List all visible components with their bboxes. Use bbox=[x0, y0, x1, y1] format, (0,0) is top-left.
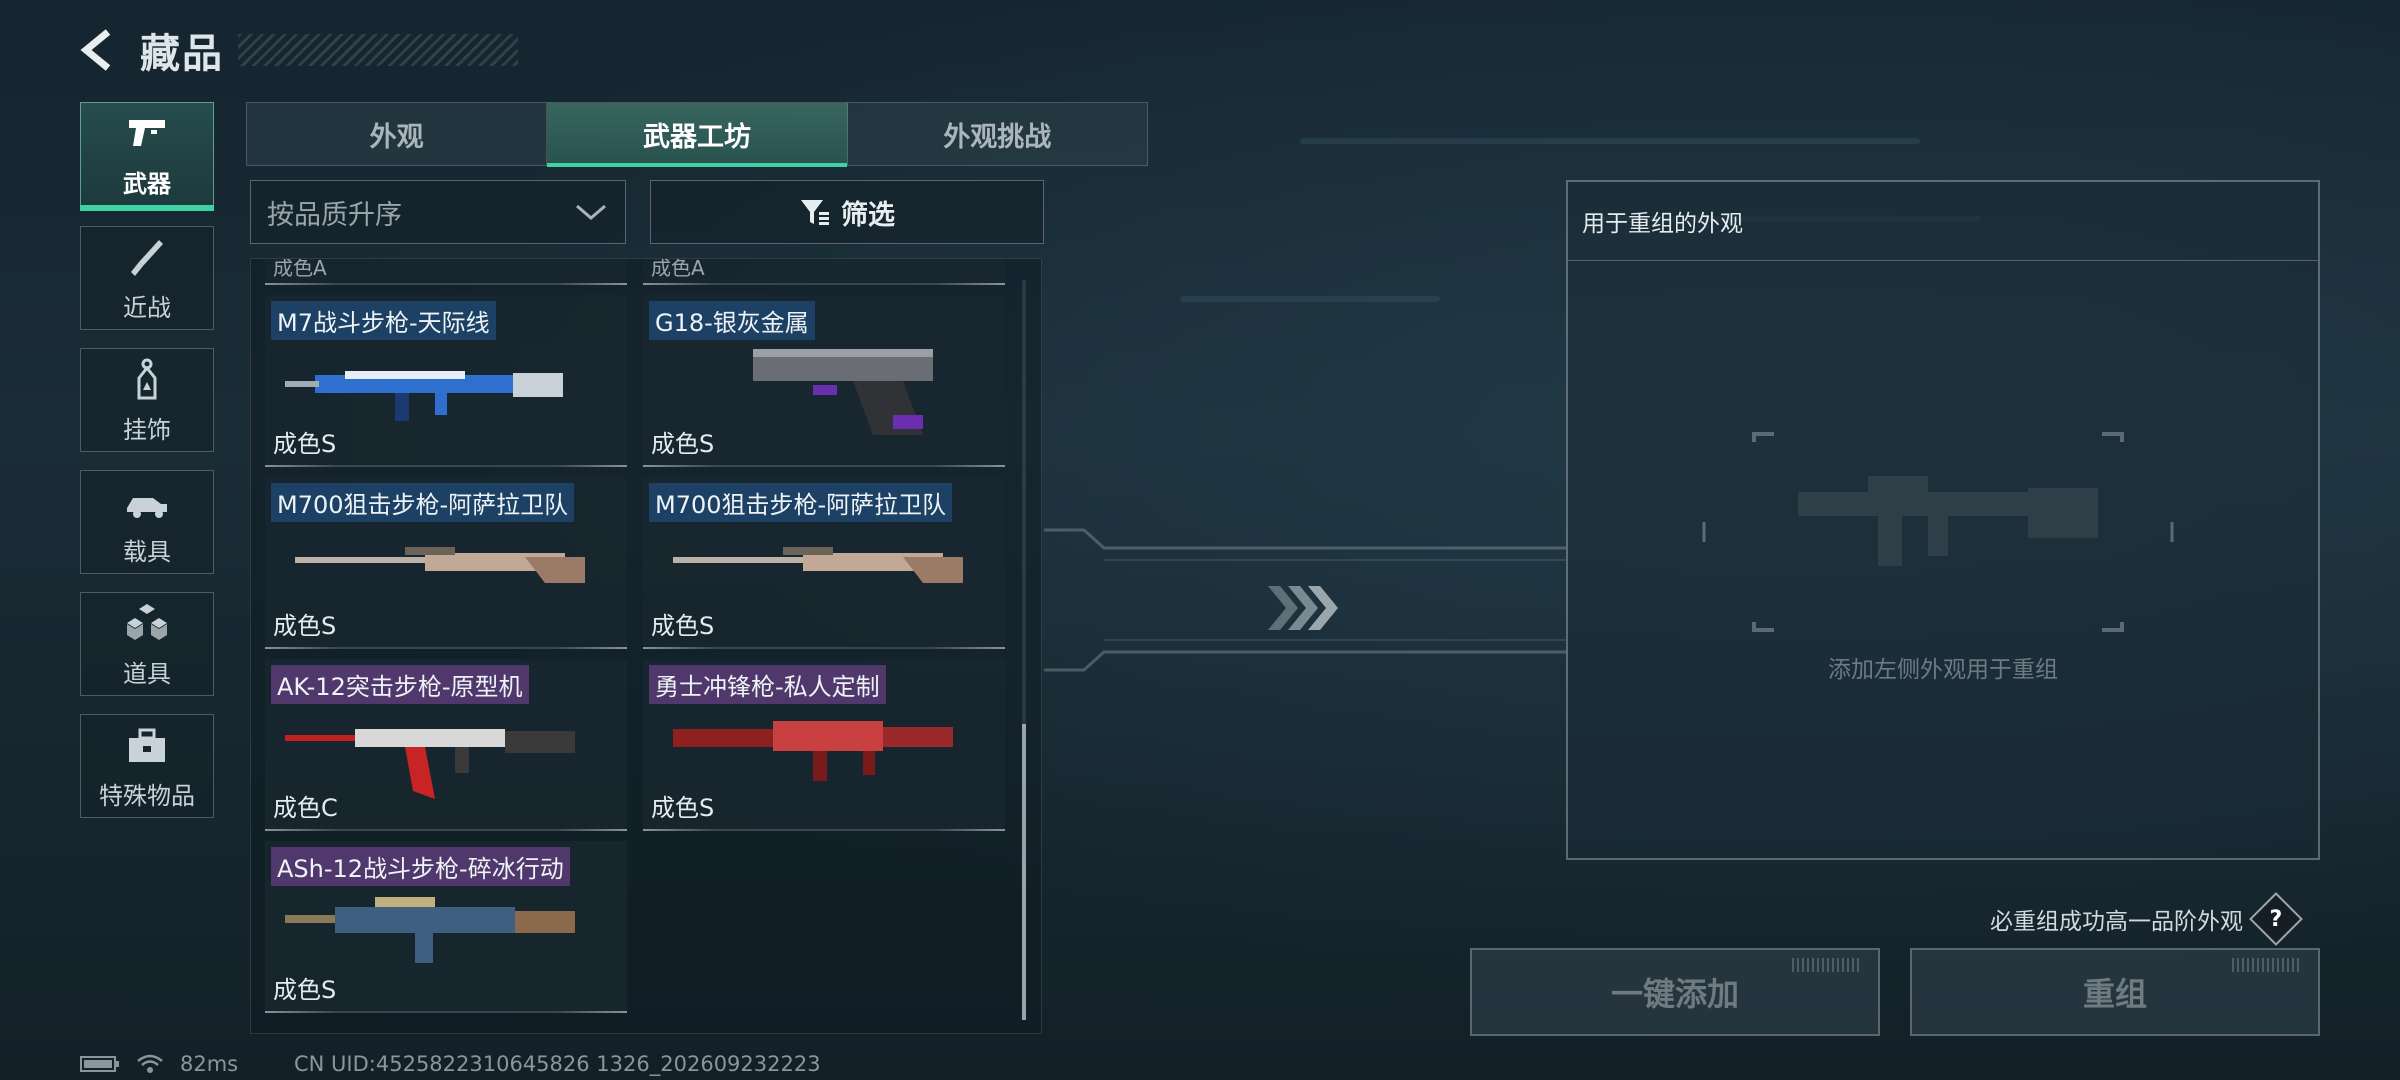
panel-title: 用于重组的外观 bbox=[1582, 211, 1743, 237]
item-grade: 成色S bbox=[273, 430, 337, 458]
tab-appearance[interactable]: 外观 bbox=[247, 103, 548, 165]
item-name: G18-银灰金属 bbox=[649, 301, 815, 340]
bg-streak bbox=[1300, 138, 1920, 144]
item-name: M7战斗步枪-天际线 bbox=[271, 301, 496, 340]
list-item[interactable]: ASh-12战斗步枪-碎冰行动 成色S bbox=[265, 841, 627, 1013]
battery-icon bbox=[80, 1056, 119, 1072]
page-title: 藏品 bbox=[140, 31, 224, 77]
item-grade: 成色S bbox=[651, 612, 715, 640]
category-label: 特殊物品 bbox=[99, 781, 195, 810]
list-item[interactable]: M700狙击步枪-阿萨拉卫队 成色S bbox=[643, 477, 1005, 649]
category-label: 挂饰 bbox=[123, 415, 171, 444]
toolbox-icon bbox=[129, 728, 165, 762]
recombine-note: 必重组成功高一品阶外观 ? bbox=[1990, 892, 2303, 946]
cubes-icon bbox=[127, 603, 167, 640]
sort-value: 按品质升序 bbox=[267, 199, 402, 231]
category-vehicles[interactable]: 载具 bbox=[80, 470, 214, 574]
item-name: ASh-12战斗步枪-碎冰行动 bbox=[271, 847, 570, 886]
item-list[interactable]: 成色A 成色A M7战斗步枪-天际线 成色S G18-银灰金属 成色S M700… bbox=[250, 258, 1042, 1034]
filter-label: 筛选 bbox=[841, 199, 895, 231]
item-name: M700狙击步枪-阿萨拉卫队 bbox=[649, 483, 953, 522]
ak-skin-image bbox=[285, 729, 575, 799]
sniper-skin-image bbox=[295, 547, 585, 583]
category-label: 道具 bbox=[123, 659, 171, 688]
tab-weapon-workshop[interactable]: 武器工坊 bbox=[547, 103, 848, 167]
charm-tag-icon bbox=[137, 358, 157, 399]
recombine-label: 重组 bbox=[2082, 975, 2147, 1013]
list-item[interactable]: 成色A bbox=[643, 259, 1005, 285]
list-item[interactable]: G18-银灰金属 成色S bbox=[643, 295, 1005, 467]
item-grade: 成色S bbox=[273, 976, 337, 1004]
empty-slot-icon bbox=[1702, 432, 2174, 632]
category-items[interactable]: 道具 bbox=[80, 592, 214, 696]
item-name: AK-12突击步枪-原型机 bbox=[271, 665, 529, 704]
header: 藏品 bbox=[76, 22, 518, 78]
category-weapons[interactable]: 武器 bbox=[80, 102, 214, 211]
tab-bar: 外观 武器工坊 外观挑战 bbox=[246, 102, 1148, 167]
add-all-label: 一键添加 bbox=[1610, 975, 1739, 1013]
chevrons-right-icon bbox=[1268, 586, 1338, 630]
category-charms[interactable]: 挂饰 bbox=[80, 348, 214, 452]
rifle-skin-image bbox=[285, 371, 563, 421]
panel-hint: 添加左侧外观用于重组 bbox=[1828, 657, 2058, 683]
pistol-icon bbox=[129, 119, 165, 146]
ping-value: 82ms bbox=[180, 1052, 239, 1076]
item-name: M700狙击步枪-阿萨拉卫队 bbox=[271, 483, 575, 522]
status-bar: 82ms bbox=[80, 1052, 238, 1076]
user-uid: CN UID:4525822310645826 1326_20260923222… bbox=[294, 1052, 821, 1076]
bg-streak bbox=[1180, 296, 1440, 302]
panel-header: 用于重组的外观 bbox=[1568, 182, 2318, 261]
back-arrow-icon bbox=[80, 29, 111, 71]
help-icon: ? bbox=[2269, 906, 2283, 932]
category-label: 武器 bbox=[123, 169, 171, 198]
item-grade: 成色C bbox=[273, 794, 338, 822]
pistol-skin-image bbox=[753, 349, 933, 435]
category-label: 载具 bbox=[123, 537, 171, 566]
item-grade: 成色A bbox=[273, 258, 327, 280]
back-button[interactable] bbox=[76, 28, 120, 72]
sniper-skin-image bbox=[673, 547, 963, 583]
list-item[interactable]: M7战斗步枪-天际线 成色S bbox=[265, 295, 627, 467]
filter-icon bbox=[801, 200, 829, 225]
list-item[interactable]: 成色A bbox=[265, 259, 627, 285]
category-label: 近战 bbox=[123, 293, 171, 322]
wifi-icon bbox=[137, 1054, 163, 1073]
item-grade: 成色S bbox=[651, 430, 715, 458]
knife-icon bbox=[131, 239, 163, 276]
filter-button[interactable]: 筛选 bbox=[650, 180, 1044, 244]
add-all-button[interactable]: 一键添加 bbox=[1470, 948, 1880, 1036]
item-grade: 成色A bbox=[651, 258, 705, 280]
tab-appearance-challenge[interactable]: 外观挑战 bbox=[848, 103, 1147, 165]
list-item[interactable]: AK-12突击步枪-原型机 成色C bbox=[265, 659, 627, 831]
sort-dropdown[interactable]: 按品质升序 bbox=[250, 180, 626, 244]
smg-skin-image bbox=[673, 721, 953, 781]
category-melee[interactable]: 近战 bbox=[80, 226, 214, 330]
recombine-button[interactable]: 重组 bbox=[1910, 948, 2320, 1036]
item-grade: 成色S bbox=[651, 794, 715, 822]
list-item[interactable]: 勇士冲锋枪-私人定制 成色S bbox=[643, 659, 1005, 831]
chevron-down-icon bbox=[576, 204, 606, 220]
help-button[interactable]: ? bbox=[2249, 892, 2303, 946]
vehicle-icon bbox=[127, 497, 167, 518]
list-scroll-thumb[interactable] bbox=[1022, 724, 1026, 1020]
category-special-items[interactable]: 特殊物品 bbox=[80, 714, 214, 818]
list-item[interactable]: M700狙击步枪-阿萨拉卫队 成色S bbox=[265, 477, 627, 649]
ash12-skin-image bbox=[285, 897, 575, 963]
item-grade: 成色S bbox=[273, 612, 337, 640]
title-decoration bbox=[238, 34, 518, 66]
item-name: 勇士冲锋枪-私人定制 bbox=[649, 665, 886, 704]
note-text: 必重组成功高一品阶外观 bbox=[1990, 909, 2243, 935]
recombine-panel: 用于重组的外观 添加左侧外观用于重组 bbox=[1566, 180, 2320, 860]
